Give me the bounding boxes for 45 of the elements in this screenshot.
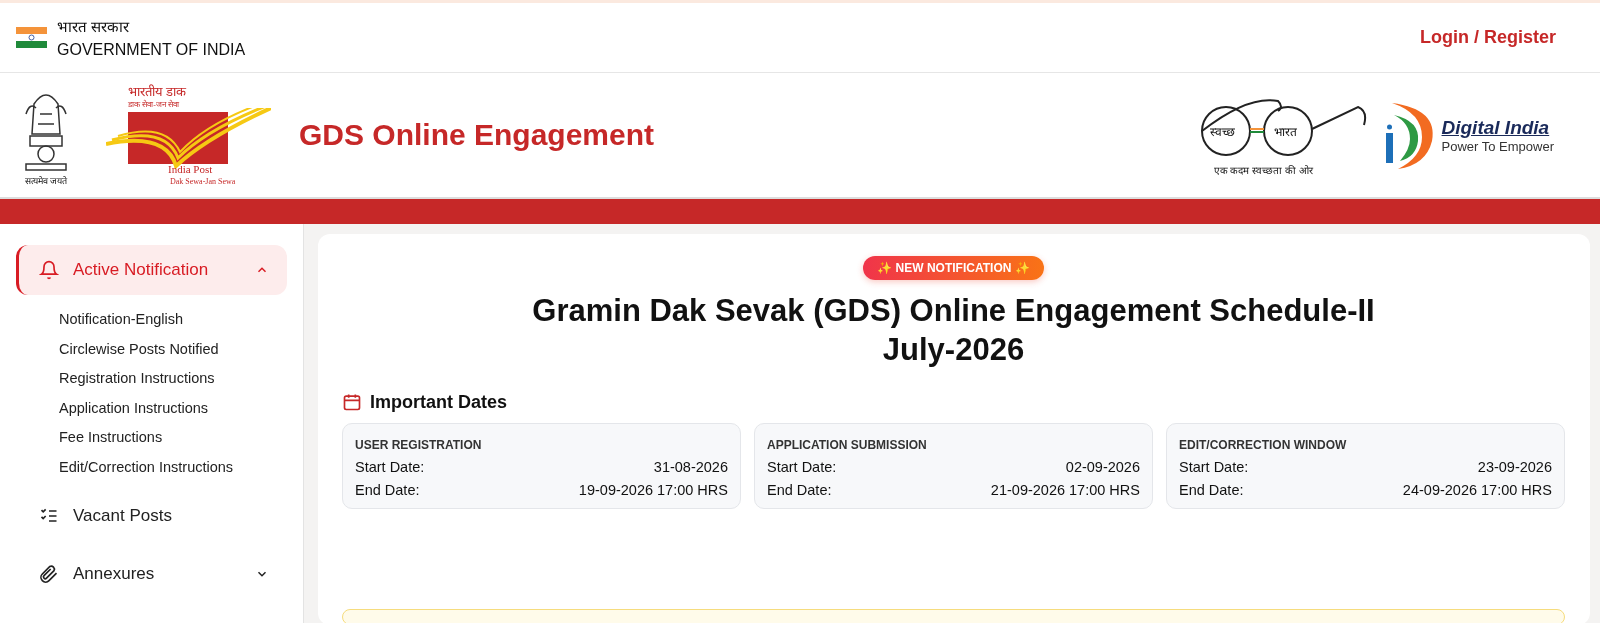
- date-card-title: EDIT/CORRECTION WINDOW: [1179, 437, 1348, 452]
- date-label: End Date:: [355, 481, 420, 498]
- sidebar-subitem[interactable]: Registration Instructions: [59, 364, 287, 394]
- date-value: 21-09-2026 17:00 HRS: [990, 481, 1140, 498]
- paperclip-icon: [39, 563, 59, 584]
- date-value: 19-09-2026 17:00 HRS: [578, 481, 728, 498]
- india-post-name: India Post: [168, 163, 213, 175]
- sidebar-item[interactable]: Annexures: [16, 548, 287, 599]
- digital-india-name: Digital India: [1441, 116, 1551, 139]
- emblem-motto: सत्यमेव जयते: [24, 174, 68, 187]
- date-value: 02-09-2026: [1065, 458, 1140, 475]
- date-value: 24-09-2026 17:00 HRS: [1402, 481, 1552, 498]
- india-post-hindi-name: भारतीय डाक: [128, 83, 187, 100]
- page-title: Gramin Dak Sevak (GDS) Online Engagement Schedule-II July-2026: [532, 292, 1375, 369]
- sidebar-subitem[interactable]: Fee Instructions: [59, 423, 287, 453]
- flag-icon: [16, 27, 47, 48]
- date-label: Start Date:: [1179, 458, 1249, 475]
- gov-label: GOVERNMENT OF INDIA: [57, 41, 246, 59]
- date-label: End Date:: [1179, 481, 1244, 498]
- section-heading: Important Dates: [370, 391, 508, 413]
- india-post-tagline: Dak Sewa-Jan Sewa: [170, 177, 236, 186]
- calendar-icon: [342, 392, 362, 412]
- date-value: 23-09-2026: [1477, 458, 1552, 475]
- new-notification-badge: ✨ NEW NOTIFICATION ✨: [863, 256, 1044, 280]
- date-card-title: USER REGISTRATION: [355, 437, 483, 452]
- india-post-hindi-tagline: डाक सेवा-जन सेवा: [128, 99, 180, 109]
- sidebar-subitem[interactable]: Circlewise Posts Notified: [59, 334, 287, 365]
- date-card-title: APPLICATION SUBMISSION: [767, 437, 928, 452]
- swachh-tagline: एक कदम स्वच्छता की ओर: [1213, 164, 1313, 177]
- date-label: End Date:: [767, 481, 832, 498]
- date-label: Start Date:: [767, 458, 837, 475]
- bell-icon: [39, 260, 59, 280]
- login-register-link[interactable]: Login / Register: [1420, 27, 1556, 48]
- swachh-lens-text: स्वच्छ: [1209, 124, 1235, 140]
- gov-hindi-label: भारत सरकार: [57, 17, 131, 36]
- bharat-lens-text: भारत: [1273, 124, 1297, 140]
- sidebar-subitem[interactable]: Edit/Correction Instructions: [59, 452, 287, 483]
- sidebar-subitem[interactable]: Notification-English: [59, 305, 287, 335]
- date-value: 31-08-2026: [653, 458, 728, 475]
- sidebar-subitem[interactable]: Application Instructions: [59, 393, 287, 424]
- sidebar-item[interactable]: Vacant Posts: [16, 490, 287, 541]
- digital-india-tagline: Power To Empower: [1441, 138, 1554, 154]
- sidebar-item[interactable]: Active Notification: [16, 245, 287, 295]
- site-title: GDS Online Engagement: [299, 118, 656, 152]
- date-label: Start Date:: [355, 458, 425, 475]
